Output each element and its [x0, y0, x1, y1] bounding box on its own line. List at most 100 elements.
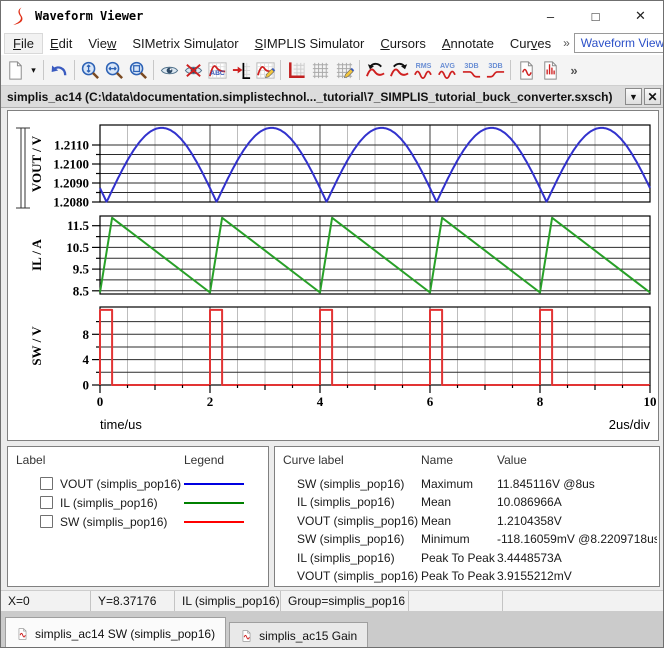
menu-item-simetrix-simulator[interactable]: SIMetrix Simulator — [124, 34, 246, 53]
highpass-3db-icon: 3DB — [485, 60, 506, 81]
window-title: Waveform Viewer — [35, 9, 143, 23]
curve-visibility-checkbox[interactable] — [40, 477, 53, 490]
measurement-curve: VOUT (simplis_pop16) — [297, 569, 421, 583]
x-tick-label: 4 — [317, 394, 324, 409]
legend-curve-label[interactable]: SW (simplis_pop16) — [60, 515, 167, 529]
measurement-row[interactable]: IL (simplis_pop16)Peak To Peak3.4448573A — [275, 548, 659, 567]
minimize-button[interactable]: – — [528, 1, 573, 31]
new-grid-icon — [310, 60, 331, 81]
measurement-row[interactable]: VOUT (simplis_pop16)Mean1.2104358V — [275, 511, 659, 530]
x-tick-label: 10 — [644, 394, 657, 409]
previous-curve-button[interactable] — [363, 57, 387, 83]
measurement-value: 1.2104358V — [497, 514, 657, 528]
il-axis-label[interactable]: IL / A — [29, 238, 44, 270]
edit-curve-button[interactable] — [253, 57, 277, 83]
zoom-y-fit-button[interactable] — [78, 57, 102, 83]
menu-item-simplis-simulator[interactable]: SIMPLIS Simulator — [247, 34, 373, 53]
graph-tab-simplis_ac14[interactable]: simplis_ac14 SW (simplis_pop16) — [5, 617, 226, 648]
measurement-name: Maximum — [421, 477, 495, 491]
menu-item-view[interactable]: View — [80, 34, 124, 53]
waveform-plot-area[interactable]: 1.20801.20901.21001.2110VOUT / V8.59.510… — [8, 111, 658, 440]
graph-tab-simplis_ac15[interactable]: simplis_ac15 Gain — [229, 622, 368, 648]
fourier-doc-button[interactable] — [538, 57, 562, 83]
document-list-dropdown-button[interactable]: ▼ — [625, 88, 642, 105]
measure-header-value: Value — [497, 453, 527, 467]
legend-row[interactable]: VOUT (simplis_pop16) — [8, 474, 268, 493]
measurement-row[interactable]: SW (simplis_pop16)Maximum11.845116V @8us — [275, 474, 659, 493]
document-tab-title[interactable]: simplis_ac14 (C:\data\documentation.simp… — [7, 90, 613, 104]
menu-item-curves[interactable]: Curves — [502, 34, 559, 53]
legend-row[interactable]: IL (simplis_pop16) — [8, 493, 268, 512]
highpass-3db-button[interactable]: 3DB — [483, 57, 507, 83]
new-grid-button[interactable] — [308, 57, 332, 83]
menu-item-annotate[interactable]: Annotate — [434, 34, 502, 53]
add-curve-to-axis-button[interactable] — [229, 57, 253, 83]
vout-plot: 1.20801.20901.21001.2110VOUT / V — [16, 125, 650, 210]
measurement-row[interactable]: SW (simplis_pop16)Minimum-118.16059mV @8… — [275, 530, 659, 549]
svg-text:RMS: RMS — [415, 62, 431, 70]
il-ytick-label: 10.5 — [66, 240, 89, 255]
measurement-row[interactable]: IL (simplis_pop16)Mean10.086966A — [275, 493, 659, 512]
menu-item-edit[interactable]: Edit — [42, 34, 80, 53]
measurement-name: Mean — [421, 514, 495, 528]
zoom-x-fit-button[interactable] — [102, 57, 126, 83]
curve-label-button[interactable]: ABC — [205, 57, 229, 83]
legend-header-label: Label — [16, 453, 45, 467]
toolbar-separator — [359, 60, 360, 80]
menu-overflow-chevron[interactable]: » — [559, 36, 574, 50]
x-tick-label: 6 — [427, 394, 434, 409]
measurement-value: -118.16059mV @8.2209718us — [497, 532, 657, 546]
document-tab-bar: simplis_ac14 (C:\data\documentation.simp… — [1, 86, 663, 108]
previous-curve-icon — [365, 60, 386, 81]
next-curve-button[interactable] — [387, 57, 411, 83]
curve-visibility-checkbox[interactable] — [40, 515, 53, 528]
vout-ytick-label: 1.2100 — [53, 157, 89, 172]
bottom-tab-bar: simplis_ac14 SW (simplis_pop16)simplis_a… — [1, 611, 663, 648]
new-waveform-doc-icon — [516, 60, 537, 81]
zoom-area-button[interactable] — [126, 57, 150, 83]
vout-ytick-label: 1.2080 — [53, 195, 89, 210]
measurement-row[interactable]: VOUT (simplis_pop16)Peak To Peak3.915521… — [275, 567, 659, 586]
sw-ytick-label: 8 — [83, 327, 90, 342]
menu-item-cursors[interactable]: Cursors — [372, 34, 434, 53]
measurement-value: 10.086966A — [497, 495, 657, 509]
maximize-button[interactable]: □ — [573, 1, 618, 31]
show-curve-button[interactable] — [157, 57, 181, 83]
toolbar-separator — [510, 60, 511, 80]
lowpass-3db-button[interactable]: 3DB — [459, 57, 483, 83]
waveform-doc-icon — [16, 626, 29, 642]
svg-text:AVG: AVG — [440, 62, 455, 70]
viewer-mode-select[interactable]: Waveform Viewer▼ — [574, 33, 664, 53]
measurement-curve: SW (simplis_pop16) — [297, 477, 421, 491]
toolbar-separator — [153, 60, 154, 80]
legend-panel: LabelLegendVOUT (simplis_pop16)IL (simpl… — [7, 446, 269, 587]
il-ytick-label: 9.5 — [73, 262, 90, 277]
menu-bar: FileEditViewSIMetrix SimulatorSIMPLIS Si… — [1, 31, 663, 55]
avg-curve-button[interactable]: AVG — [435, 57, 459, 83]
new-waveform-doc-button[interactable] — [514, 57, 538, 83]
document-close-button[interactable]: ✕ — [644, 88, 661, 105]
vout-axis-label[interactable]: VOUT / V — [29, 135, 44, 192]
new-document-dropdown[interactable]: ▾ — [27, 57, 40, 83]
sw-axis-label[interactable]: SW / V — [29, 326, 44, 366]
undo-button[interactable] — [47, 57, 71, 83]
close-button[interactable]: ✕ — [618, 1, 663, 31]
edit-grid-button[interactable] — [332, 57, 356, 83]
new-axis-button[interactable] — [284, 57, 308, 83]
x-tick-label: 2 — [207, 394, 214, 409]
sw-plot: 048SW / V — [29, 307, 650, 393]
hide-curve-icon — [183, 60, 204, 81]
new-document-button[interactable] — [3, 57, 27, 83]
curve-label-icon: ABC — [207, 60, 228, 81]
il-ytick-label: 11.5 — [67, 218, 90, 233]
rms-curve-button[interactable]: RMS — [411, 57, 435, 83]
curve-visibility-checkbox[interactable] — [40, 496, 53, 509]
legend-curve-label[interactable]: VOUT (simplis_pop16) — [60, 477, 181, 491]
measurement-curve: IL (simplis_pop16) — [297, 495, 421, 509]
menu-item-file[interactable]: File — [5, 34, 42, 53]
toolbar-overflow[interactable]: » — [562, 57, 586, 83]
window-controls: – □ ✕ — [528, 1, 663, 31]
hide-curve-button[interactable] — [181, 57, 205, 83]
legend-curve-label[interactable]: IL (simplis_pop16) — [60, 496, 158, 510]
legend-row[interactable]: SW (simplis_pop16) — [8, 512, 268, 531]
